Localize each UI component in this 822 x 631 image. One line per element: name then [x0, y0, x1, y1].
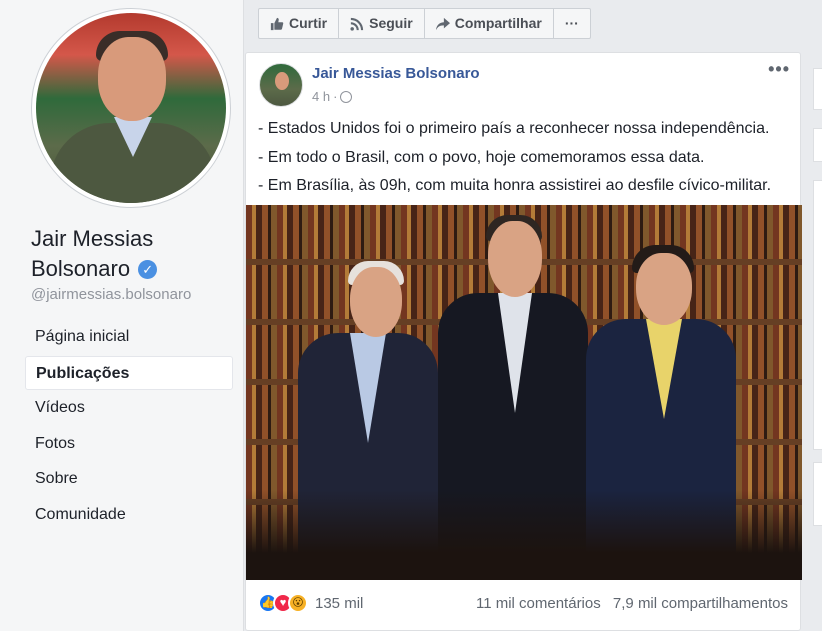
meta-separator: · [333, 89, 338, 104]
page-title: Jair Messias Bolsonaro ✓ [31, 224, 231, 284]
right-column-card [813, 462, 822, 526]
nav-item-videos[interactable]: Vídeos [25, 391, 233, 425]
post-text-line: - Em Brasília, às 09h, com muita honra a… [258, 177, 772, 194]
share-count[interactable]: 7,9 mil compartilhamentos [613, 595, 788, 612]
profile-picture[interactable] [31, 8, 231, 208]
left-sidebar: Jair Messias Bolsonaro ✓ @jairmessias.bo… [0, 0, 244, 631]
nav-item-photos[interactable]: Fotos [25, 427, 233, 461]
like-label: Curtir [289, 15, 328, 31]
page-action-bar: Curtir Seguir Compartilhar ··· [258, 8, 591, 39]
more-options-button[interactable]: ··· [554, 9, 590, 38]
comment-count[interactable]: 11 mil comentários [476, 595, 601, 612]
globe-icon[interactable] [340, 90, 353, 103]
post-author-name[interactable]: Jair Messias Bolsonaro [312, 65, 480, 82]
post-card: Jair Messias Bolsonaro 4 h · ••• - Estad… [245, 52, 802, 631]
profile-photo [36, 13, 226, 203]
nav-item-community[interactable]: Comunidade [25, 498, 233, 532]
follow-button[interactable]: Seguir [339, 9, 425, 38]
share-arrow-icon [435, 17, 450, 30]
floor-shadow [246, 490, 802, 580]
page-name-text: Jair Messias Bolsonaro [31, 226, 154, 281]
post-author-avatar[interactable] [259, 63, 303, 107]
nav-item-about[interactable]: Sobre [25, 462, 233, 496]
reaction-summary[interactable]: 👍 ♥ 😮 135 mil [258, 593, 363, 613]
verified-badge-icon[interactable]: ✓ [138, 260, 158, 279]
more-dots-icon: ··· [564, 15, 579, 31]
rss-icon [350, 17, 364, 31]
nav-item-home[interactable]: Página inicial [25, 320, 233, 354]
post-meta: 4 h · [312, 89, 353, 104]
right-column-card [813, 128, 822, 162]
page-handle[interactable]: @jairmessias.bolsonaro [31, 286, 191, 303]
like-page-button[interactable]: Curtir [259, 9, 340, 38]
right-column-card [813, 180, 822, 450]
share-label: Compartilhar [454, 15, 542, 31]
post-text: - Estados Unidos foi o primeiro país a r… [258, 115, 788, 201]
post-stats: 11 mil comentários 7,9 mil compartilhame… [476, 595, 788, 612]
post-text-line: - Em todo o Brasil, com o povo, hoje com… [258, 148, 705, 166]
follow-label: Seguir [369, 15, 413, 31]
post-options-icon[interactable]: ••• [768, 59, 790, 80]
wow-reaction-icon: 😮 [288, 593, 308, 613]
page-nav: Página inicial Publicações Vídeos Fotos … [25, 320, 233, 533]
share-page-button[interactable]: Compartilhar [425, 9, 554, 38]
post-text-line: - Estados Unidos foi o primeiro país a r… [258, 120, 770, 137]
nav-item-posts[interactable]: Publicações [25, 355, 233, 390]
reaction-count[interactable]: 135 mil [315, 595, 363, 612]
thumbs-up-icon [270, 17, 284, 30]
post-timestamp[interactable]: 4 h [312, 89, 330, 104]
right-column-card [813, 68, 822, 110]
post-photo[interactable] [246, 205, 802, 580]
